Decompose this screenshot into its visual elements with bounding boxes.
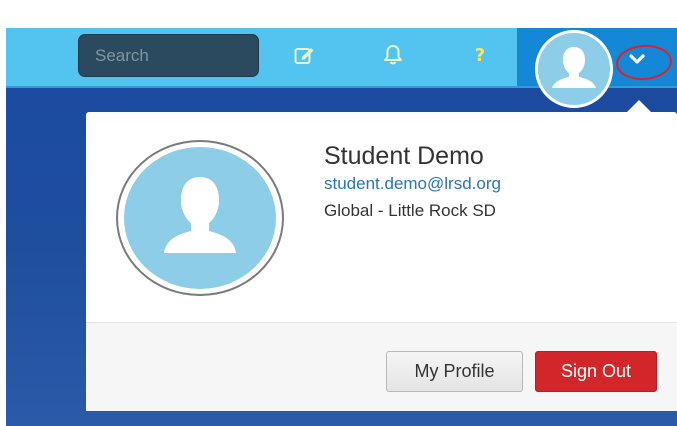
top-margin [0, 0, 677, 28]
profile-avatar [116, 140, 284, 296]
profile-organization: Global - Little Rock SD [324, 201, 496, 220]
profile-name: Student Demo [324, 142, 484, 170]
profile-email-link[interactable]: student.demo@lrsd.org [324, 174, 501, 194]
profile-dropdown: Student Demo student.demo@lrsd.org Globa… [86, 112, 677, 411]
my-profile-button[interactable]: My Profile [386, 351, 523, 392]
search-input[interactable]: Search [78, 34, 259, 77]
profile-actions: My Profile Sign Out [86, 322, 677, 411]
profile-summary: Student Demo student.demo@lrsd.org Globa… [86, 112, 677, 322]
help-icon[interactable]: ? [467, 42, 493, 68]
user-avatar-icon[interactable] [535, 30, 613, 108]
edit-icon[interactable] [292, 42, 318, 68]
bell-icon[interactable] [380, 42, 406, 68]
sign-out-button[interactable]: Sign Out [535, 351, 657, 392]
